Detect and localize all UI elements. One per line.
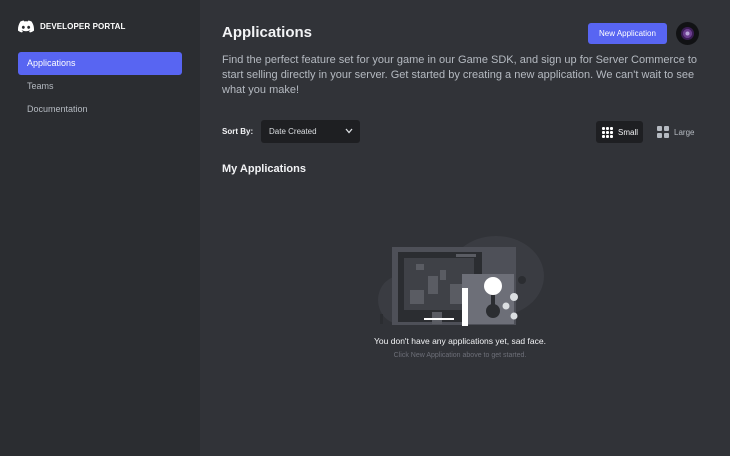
intro-text: Find the perfect feature set for your ga… — [222, 54, 698, 96]
sidebar-item-applications[interactable]: Applications — [18, 52, 182, 75]
view-small-toggle[interactable]: Small — [596, 121, 643, 143]
sidebar-item-documentation[interactable]: Documentation — [18, 98, 182, 121]
sort-dropdown[interactable]: Date Created — [261, 120, 360, 143]
brand[interactable]: DEVELOPER PORTAL — [18, 18, 125, 34]
arcade-controller-illustration — [378, 236, 544, 326]
sort-label: Sort By: — [222, 127, 254, 136]
brand-name: DEVELOPER PORTAL — [40, 21, 126, 31]
new-application-button[interactable]: New Application — [588, 23, 667, 44]
view-large-toggle[interactable]: Large — [652, 121, 704, 143]
page-title: Applications — [222, 24, 313, 41]
large-grid-icon — [657, 126, 669, 138]
sidebar: DEVELOPER PORTAL Applications Teams Docu… — [0, 0, 200, 456]
main-content: Applications New Application Find the pe… — [200, 0, 730, 456]
sidebar-nav: Applications Teams Documentation — [18, 52, 182, 121]
user-avatar[interactable] — [676, 22, 699, 45]
sidebar-item-teams[interactable]: Teams — [18, 75, 182, 98]
chevron-down-icon — [345, 128, 353, 134]
app-root: DEVELOPER PORTAL Applications Teams Docu… — [0, 0, 730, 456]
avatar-image — [681, 27, 694, 40]
empty-state-subtitle: Click New Application above to get start… — [393, 352, 527, 359]
empty-state-title: You don't have any applications yet, sad… — [374, 336, 546, 346]
view-small-label: Small — [618, 127, 639, 137]
view-large-label: Large — [674, 127, 695, 137]
discord-logo-icon — [18, 20, 34, 32]
section-title: My Applications — [222, 163, 306, 175]
sort-value: Date Created — [269, 127, 317, 136]
small-grid-icon — [602, 126, 613, 138]
